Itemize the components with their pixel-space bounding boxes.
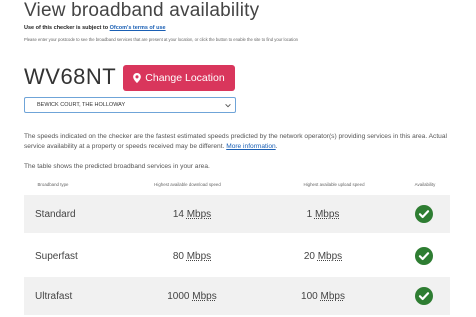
upload-speed: 1 Mbps [263,209,383,220]
upload-unit: Mbps [317,251,343,262]
upload-speed: 100 Mbps [263,291,383,302]
check-circle-icon [415,287,433,305]
download-unit: Mbps [186,251,212,262]
broadband-type: Superfast [35,251,78,262]
check-circle-icon [415,247,433,265]
terms-notice: Use of this checker is subject to Ofcom'… [24,25,166,31]
download-speed: 1000 Mbps [132,291,252,302]
broadband-type: Ultrafast [35,291,73,302]
table-row: Standard 14 Mbps 1 Mbps [24,195,450,233]
instructions-text: Please enter your postcode to see the br… [24,37,298,42]
header-upload-speed: Highest available upload speed [303,182,365,187]
map-pin-icon [133,73,142,83]
download-unit: Mbps [192,291,217,302]
download-value: 14 [172,209,184,220]
upload-unit: Mbps [314,209,340,220]
check-circle-icon [415,205,433,223]
chevron-down-icon [225,103,231,108]
table-intro: The table shows the predicted broadband … [24,163,210,170]
download-value: 80 [172,251,184,262]
upload-value: 1 [306,209,313,220]
upload-value: 100 [301,291,318,302]
header-availability: Availability [414,182,436,187]
broadband-type: Standard [35,209,76,220]
table-row: Ultrafast 1000 Mbps 100 Mbps [24,277,450,315]
table-row: Superfast 80 Mbps 20 Mbps [24,237,450,275]
terms-of-use-link[interactable]: Ofcom's terms of use [110,25,166,31]
upload-speed: 20 Mbps [263,251,383,262]
header-broadband-type: Broadband type [37,182,69,187]
download-unit: Mbps [186,209,212,220]
header-download-speed: Highest available download speed [154,182,221,187]
more-information-link[interactable]: More information [226,143,275,150]
download-value: 1000 [167,291,190,302]
download-speed: 14 Mbps [132,209,252,220]
download-speed: 80 Mbps [132,251,252,262]
speeds-disclaimer: The speeds indicated on the checker are … [24,133,447,150]
address-select[interactable]: BEWICK COURT, THE HOLLOWAY [24,97,236,113]
upload-unit: Mbps [320,291,345,302]
terms-prefix: Use of this checker is subject to [24,25,109,31]
upload-value: 20 [303,251,315,262]
change-location-button[interactable]: Change Location [123,65,235,91]
address-selected-value: BEWICK COURT, THE HOLLOWAY [37,102,126,108]
change-location-label: Change Location [145,72,225,84]
page-title: View broadband availability [24,0,260,21]
postcode-display: WV68NT [24,64,117,89]
